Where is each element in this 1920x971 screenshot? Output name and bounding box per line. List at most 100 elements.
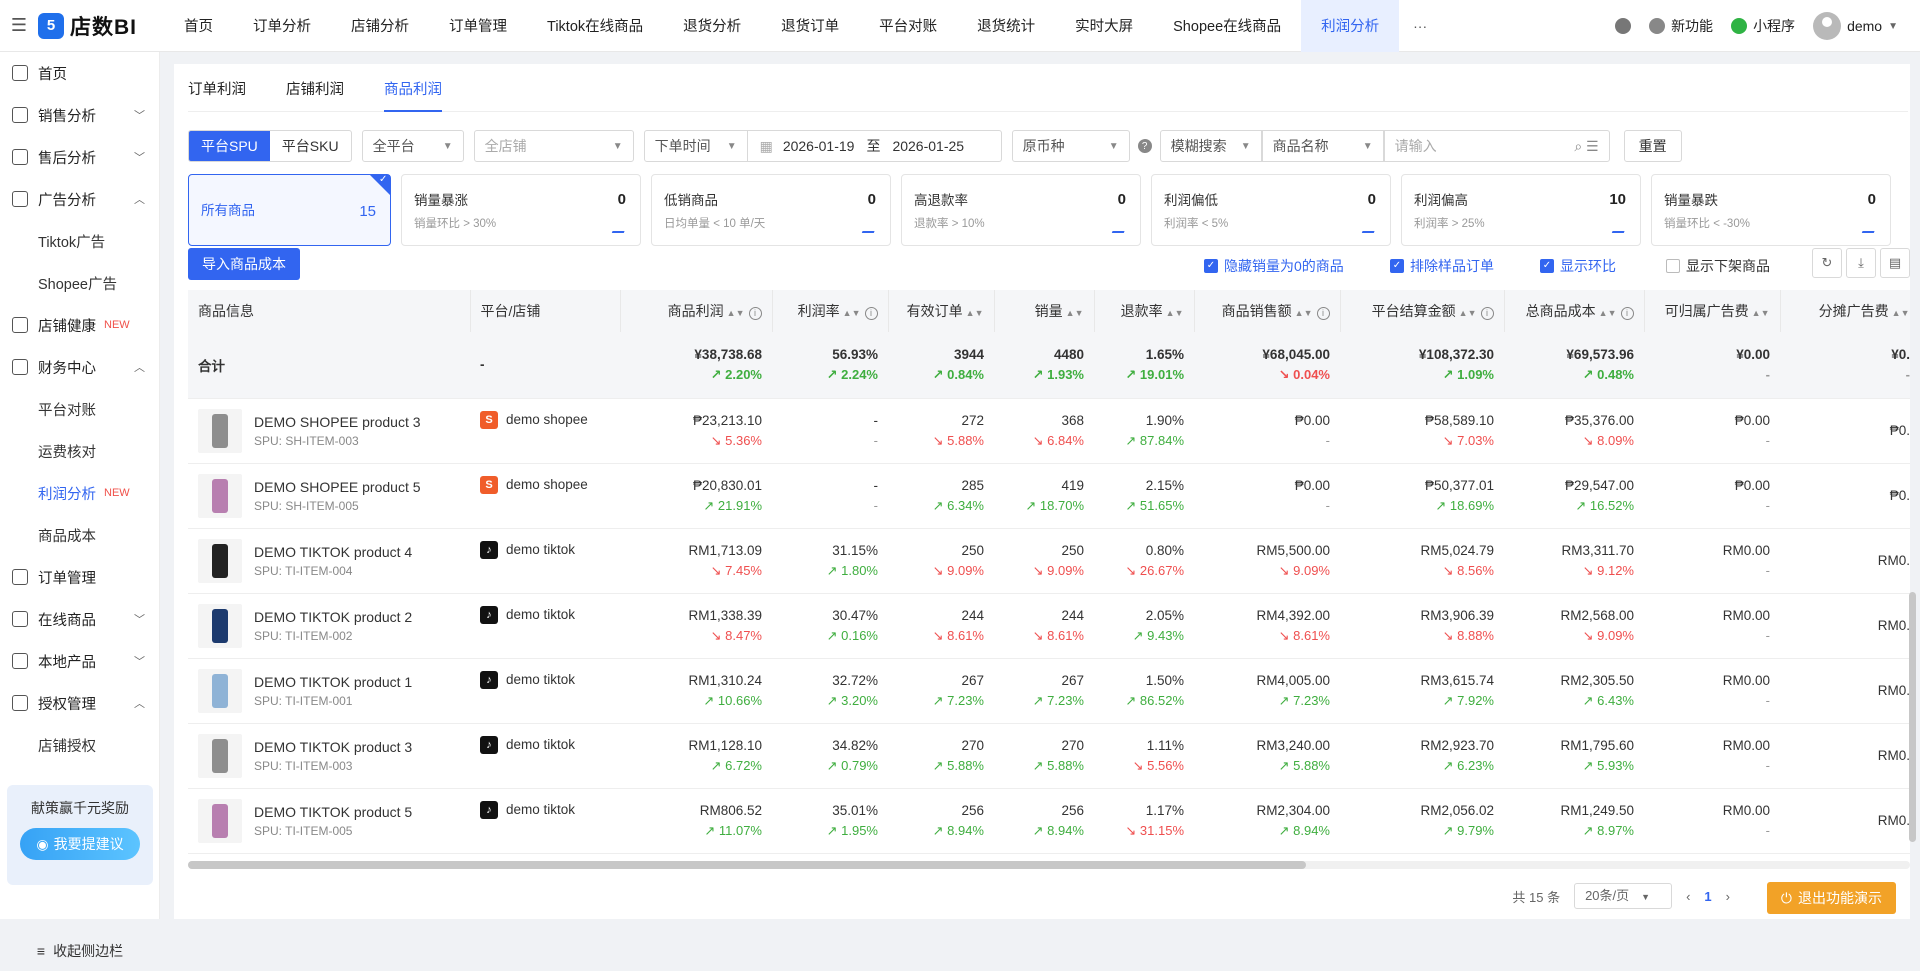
reset-button[interactable]: 重置: [1623, 130, 1682, 162]
logo[interactable]: 5 店数BI: [38, 0, 164, 52]
product-name[interactable]: DEMO TIKTOK product 4: [254, 542, 412, 562]
product-info[interactable]: DEMO TIKTOK product 1 SPU: TI-ITEM-001: [198, 668, 460, 713]
topnav-item[interactable]: 退货订单: [761, 0, 859, 52]
product-info[interactable]: DEMO TIKTOK product 2 SPU: TI-ITEM-002: [198, 603, 460, 648]
search-field-select[interactable]: 商品名称 ▼: [1261, 130, 1384, 162]
topnav-item[interactable]: 店铺分析: [331, 0, 429, 52]
info-icon[interactable]: i: [1620, 307, 1634, 320]
suggest-button[interactable]: ◉ 我要提建议: [20, 828, 140, 860]
topnav-item[interactable]: 订单分析: [233, 0, 331, 52]
sidebar-item[interactable]: 广告分析 ︿: [0, 178, 159, 220]
date-range-picker[interactable]: ▦ 2026-01-19 至 2026-01-25: [747, 130, 1002, 162]
kpi-card[interactable]: 销量暴跌 销量环比 < -30% 0: [1651, 174, 1891, 246]
sort-icon[interactable]: ▲▼: [727, 308, 745, 318]
product-name[interactable]: DEMO TIKTOK product 2: [254, 607, 412, 627]
kpi-card[interactable]: 销量暴涨 销量环比 > 30% 0: [401, 174, 641, 246]
sidebar-item[interactable]: 售后分析 ﹀: [0, 136, 159, 178]
sort-icon[interactable]: ▲▼: [1599, 308, 1617, 318]
column-header[interactable]: 商品利润 ▲▼ i: [620, 290, 773, 332]
tab-item[interactable]: 商品利润: [384, 78, 442, 112]
topnav-item[interactable]: 首页: [164, 0, 233, 52]
sidebar-item[interactable]: 在线商品 ﹀: [0, 598, 159, 640]
user-menu[interactable]: demo ▼: [1813, 12, 1898, 40]
product-name[interactable]: DEMO SHOPEE product 5: [254, 477, 421, 497]
sort-icon[interactable]: ▲▼: [1892, 308, 1910, 318]
sort-icon[interactable]: ▲▼: [1066, 308, 1084, 318]
product-info[interactable]: DEMO SHOPEE product 3 SPU: SH-ITEM-003: [198, 408, 460, 453]
sidebar-item[interactable]: 订单管理: [0, 556, 159, 598]
table-row[interactable]: DEMO TIKTOK product 4 SPU: TI-ITEM-004 ♪ de…: [188, 528, 1910, 594]
kpi-card[interactable]: 低销商品 日均单量 < 10 单/天 0: [651, 174, 891, 246]
table-row[interactable]: DEMO TIKTOK product 5 SPU: TI-ITEM-005 ♪ de…: [188, 788, 1910, 854]
tab-item[interactable]: 店铺利润: [286, 78, 344, 111]
spu-toggle[interactable]: 平台SPU: [189, 131, 270, 161]
column-header[interactable]: 平台结算金额 ▲▼ i: [1340, 290, 1505, 332]
product-info[interactable]: DEMO TIKTOK product 5 SPU: TI-ITEM-005: [198, 798, 460, 843]
horizontal-scrollbar[interactable]: [188, 861, 1910, 869]
sidebar-item[interactable]: Tiktok广告: [0, 220, 159, 262]
sort-icon[interactable]: ▲▼: [966, 308, 984, 318]
import-cost-button[interactable]: 导入商品成本: [188, 248, 300, 280]
edit-icon[interactable]: [1361, 221, 1379, 233]
kpi-card[interactable]: 高退款率 退款率 > 10% 0: [901, 174, 1141, 246]
sort-icon[interactable]: ▲▼: [843, 308, 861, 318]
column-header[interactable]: 可归属广告费 ▲▼: [1644, 290, 1781, 332]
edit-icon[interactable]: [611, 221, 629, 233]
product-info[interactable]: DEMO TIKTOK product 4 SPU: TI-ITEM-004: [198, 538, 460, 583]
column-header[interactable]: 总商品成本 ▲▼ i: [1504, 290, 1645, 332]
currency-select[interactable]: 原币种 ▼: [1011, 130, 1130, 162]
download-button[interactable]: ⤓: [1846, 248, 1876, 278]
info-icon[interactable]: i: [748, 307, 762, 320]
topnav-item[interactable]: 订单管理: [429, 0, 527, 52]
table-row[interactable]: DEMO TIKTOK product 1 SPU: TI-ITEM-001 ♪ de…: [188, 658, 1910, 724]
page-size-select[interactable]: 20条/页 ▼: [1574, 883, 1673, 909]
scrollbar-thumb[interactable]: [188, 861, 1306, 869]
product-info[interactable]: DEMO SHOPEE product 5 SPU: SH-ITEM-005: [198, 473, 460, 518]
sort-icon[interactable]: ▲▼: [1295, 308, 1313, 318]
sidebar-item[interactable]: 财务中心 ︿: [0, 346, 159, 388]
time-type-select[interactable]: 下单时间 ▼: [643, 130, 748, 162]
info-icon[interactable]: i: [864, 307, 878, 320]
more-icon[interactable]: ···: [1399, 0, 1441, 52]
new-feature-button[interactable]: 新功能: [1649, 16, 1713, 36]
column-header[interactable]: 商品销售额 ▲▼ i: [1194, 290, 1341, 332]
sidebar-item[interactable]: 店铺健康 NEW: [0, 304, 159, 346]
kpi-card[interactable]: 所有商品 15: [188, 174, 391, 246]
platform-select[interactable]: 全平台 ▼: [361, 130, 464, 162]
table-row[interactable]: DEMO SHOPEE product 5 SPU: SH-ITEM-005 Sde…: [188, 463, 1910, 529]
exit-demo-button[interactable]: ⏻ 退出功能演示: [1766, 882, 1896, 914]
next-page-icon[interactable]: ›: [1726, 889, 1730, 904]
sidebar-item[interactable]: 销售分析 ﹀: [0, 94, 159, 136]
product-name[interactable]: DEMO TIKTOK product 1: [254, 672, 412, 692]
column-settings-button[interactable]: ▤: [1880, 248, 1910, 278]
miniapp-button[interactable]: 小程序: [1731, 16, 1795, 36]
column-header[interactable]: 有效订单 ▲▼: [888, 290, 995, 332]
product-info[interactable]: DEMO TIKTOK product 3 SPU: TI-ITEM-003: [198, 733, 460, 778]
topnav-item[interactable]: 平台对账: [859, 0, 957, 52]
sidebar-item[interactable]: 本地产品 ﹀: [0, 640, 159, 682]
tab-item[interactable]: 订单利润: [188, 78, 246, 111]
column-header[interactable]: 利润率 ▲▼ i: [772, 290, 889, 332]
prev-page-icon[interactable]: ‹: [1686, 889, 1690, 904]
topnav-item[interactable]: Tiktok在线商品: [527, 0, 663, 52]
table-row[interactable]: DEMO TIKTOK product 3 SPU: TI-ITEM-003 ♪ de…: [188, 723, 1910, 789]
column-header[interactable]: 销量 ▲▼: [994, 290, 1095, 332]
menu-icon[interactable]: ☰: [0, 15, 38, 36]
show-mom-checkbox[interactable]: ✓ 显示环比: [1540, 256, 1616, 276]
sort-icon[interactable]: ▲▼: [1752, 308, 1770, 318]
exclude-sample-checkbox[interactable]: ✓ 排除样品订单: [1390, 256, 1494, 276]
column-header[interactable]: 退款率 ▲▼: [1094, 290, 1195, 332]
sidebar-item[interactable]: Shopee广告: [0, 262, 159, 304]
info-icon[interactable]: i: [1480, 307, 1494, 320]
sku-toggle[interactable]: 平台SKU: [270, 131, 351, 161]
cloud-download-button[interactable]: [1615, 18, 1632, 34]
product-name[interactable]: DEMO TIKTOK product 5: [254, 802, 412, 822]
hide-zero-sales-checkbox[interactable]: ✓ 隐藏销量为0的商品: [1204, 256, 1344, 276]
product-name[interactable]: DEMO TIKTOK product 3: [254, 737, 412, 757]
table-row[interactable]: DEMO TIKTOK product 2 SPU: TI-ITEM-002 ♪ de…: [188, 593, 1910, 659]
product-name[interactable]: DEMO SHOPEE product 3: [254, 412, 421, 432]
vertical-scrollbar[interactable]: [1909, 592, 1916, 842]
sidebar-item[interactable]: 首页: [0, 52, 159, 94]
sidebar-item[interactable]: 商品成本: [0, 514, 159, 556]
edit-icon[interactable]: [1611, 221, 1629, 233]
